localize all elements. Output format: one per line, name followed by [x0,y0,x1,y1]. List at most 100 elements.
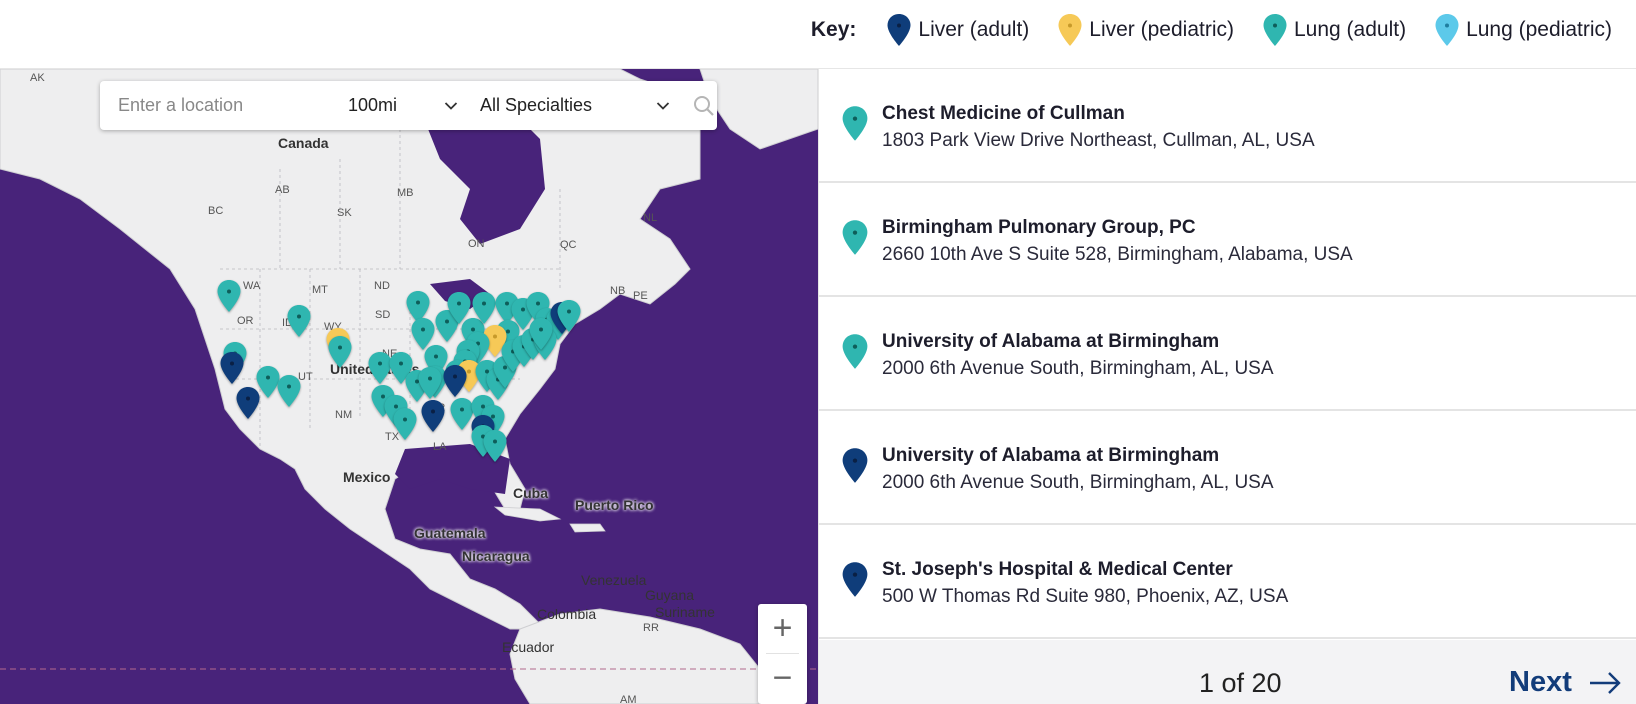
map-label-am: AM [620,694,637,704]
map-label-mb: MB [397,187,414,199]
lung-adult-pin-icon [842,334,868,369]
map-pin[interactable] [219,351,245,385]
map-pin[interactable] [420,399,446,433]
result-address: 500 W Thomas Rd Suite 980, Phoenix, AZ, … [882,586,1289,607]
result-address: 2000 6th Avenue South, Birmingham, AL, U… [882,358,1274,379]
liver-adult-pin-icon [443,365,467,397]
map-label-guatemala: Guatemala [414,525,486,541]
map-pin[interactable] [556,299,582,333]
liver-adult-pin-icon [887,14,911,46]
map-pin[interactable] [216,279,242,313]
map-pin[interactable] [528,317,554,351]
result-item[interactable]: University of Alabama at Birmingham 2000… [819,411,1636,525]
lung-adult-pin-icon [217,280,241,312]
map-label-nd: ND [374,280,390,292]
key-legend: Key: Liver (adult) Liver (pediatric) Lun… [811,14,1612,46]
map-pin[interactable] [286,304,312,338]
result-item[interactable]: Birmingham Pulmonary Group, PC 2660 10th… [819,183,1636,297]
map-label-nm: NM [335,409,353,421]
zoom-out-button[interactable]: − [758,654,807,703]
chevron-down-icon [656,101,670,110]
map-label-wa: WA [243,280,261,292]
map-pin[interactable] [482,429,508,463]
results-list: Chest Medicine of Cullman 1803 Park View… [818,69,1636,704]
greenland-land [699,69,818,150]
key-label: Liver (pediatric) [1089,18,1234,41]
map-label-canada: Canada [278,135,329,151]
result-name[interactable]: University of Alabama at Birmingham [882,445,1219,467]
lung-adult-pin-icon [411,318,435,350]
result-address: 1803 Park View Drive Northeast, Cullman,… [882,130,1315,151]
lung-adult-pin-icon [1263,14,1287,46]
map-label-venezuela: Venezuela [581,572,647,588]
map-panel[interactable]: AK Canada AB BC SK MB ON QC NL NB PE WA … [0,69,818,704]
lung-adult-pin-icon [842,106,868,141]
map-label-suriname: Suriname [655,604,715,620]
zoom-control: + − [758,604,807,704]
map-label-bc: BC [208,205,224,217]
map-label-sd: SD [375,309,391,321]
liver-adult-pin-icon [842,448,868,483]
map-label-rr: RR [643,622,659,634]
specialty-value: All Specialties [480,95,593,115]
map-label-cuba: Cuba [513,485,548,501]
arrow-right-icon [1589,671,1621,694]
result-address: 2660 10th Ave S Suite 528, Birmingham, A… [882,244,1353,265]
map-label-qc: QC [560,239,577,251]
lung-adult-pin-icon [842,220,868,255]
key-title: Key: [810,18,857,41]
map-label-nb: NB [610,285,626,297]
map-label-on: ON [468,238,485,250]
key-label: Lung (adult) [1294,18,1407,41]
result-name[interactable]: Birmingham Pulmonary Group, PC [882,217,1196,239]
result-item[interactable]: University of Alabama at Birmingham 2000… [819,297,1636,411]
key-item-liver-adult: Liver (adult) [886,13,1029,47]
map-pin[interactable] [327,335,353,369]
map-label-pe: PE [633,290,648,302]
map-label-puerto-rico: Puerto Rico [575,497,654,513]
key-label: Liver (adult) [918,18,1030,41]
map-label-mexico: Mexico [343,469,391,485]
distance-select[interactable]: 100mi [348,95,458,116]
liver-adult-pin-icon [842,562,868,597]
next-button[interactable]: Next [1509,666,1622,699]
map-label-ak: AK [30,72,45,84]
map-pin[interactable] [442,364,468,398]
cuba-land [493,506,562,522]
location-search-input[interactable] [118,95,328,116]
liver-adult-pin-icon [220,352,244,384]
lung-pediatric-pin-icon [1435,14,1459,46]
specialty-select[interactable]: All Specialties [480,95,670,116]
key-item-lung-adult: Lung (adult) [1262,13,1406,47]
map-label-colombia: Colombia [537,606,597,622]
map-label-nicaragua: Nicaragua [462,548,530,564]
search-icon[interactable] [692,94,716,118]
zoom-in-button[interactable]: + [758,604,807,653]
lung-adult-pin-icon [529,318,553,350]
hispaniola-land [569,523,606,533]
key-item-lung-pediatric: Lung (pediatric) [1434,13,1612,47]
result-item[interactable]: Chest Medicine of Cullman 1803 Park View… [819,69,1636,183]
map-pin[interactable] [410,317,436,351]
result-name[interactable]: Chest Medicine of Cullman [882,103,1125,125]
map-label-or: OR [237,315,254,327]
lung-adult-pin-icon [393,408,417,440]
distance-value: 100mi [348,95,398,115]
map-label-la: LA [433,441,447,453]
map-pin[interactable] [235,386,261,420]
result-name[interactable]: University of Alabama at Birmingham [882,331,1219,353]
map-label-guyana: Guyana [645,587,695,603]
chevron-down-icon [444,101,458,110]
liver-adult-pin-icon [421,400,445,432]
result-item[interactable]: St. Joseph's Hospital & Medical Center 5… [819,525,1636,639]
key-item-liver-pediatric: Liver (pediatric) [1057,13,1234,47]
map-pin[interactable] [417,366,443,400]
liver-adult-pin-icon [236,387,260,419]
lung-adult-pin-icon [557,300,581,332]
result-name[interactable]: St. Joseph's Hospital & Medical Center [882,559,1233,581]
result-address: 2000 6th Avenue South, Birmingham, AL, U… [882,472,1274,493]
liver-pediatric-pin-icon [1058,14,1082,46]
map-pin[interactable] [392,407,418,441]
map-pin[interactable] [276,374,302,408]
lung-adult-pin-icon [483,430,507,462]
